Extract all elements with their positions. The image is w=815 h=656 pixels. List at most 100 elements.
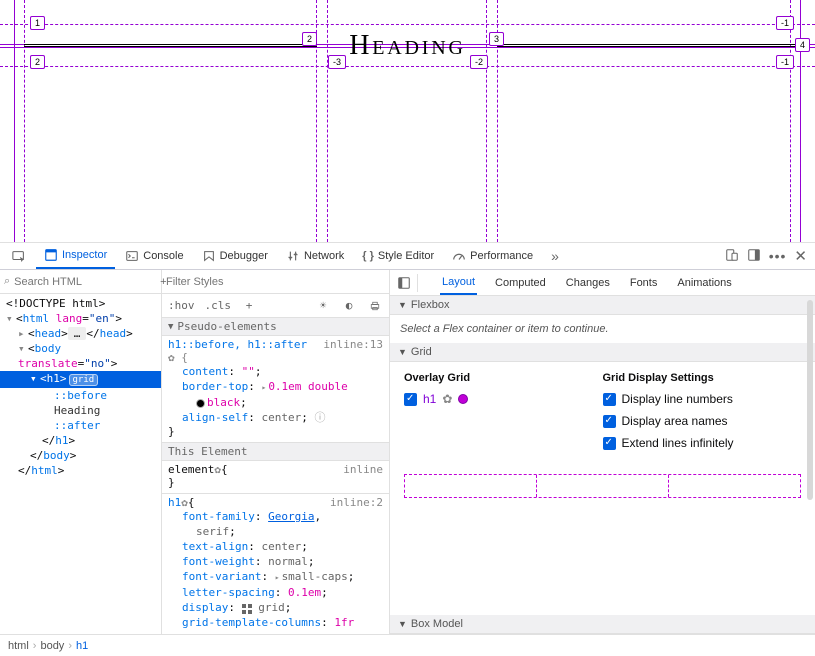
section-pseudo-elements[interactable]: ▼Pseudo-elements	[162, 318, 389, 336]
setting-area-names[interactable]: Display area names	[603, 414, 802, 428]
color-swatch[interactable]	[196, 399, 205, 408]
source-link[interactable]: inline:2	[330, 496, 383, 509]
heading-rule-left	[24, 44, 317, 47]
checkbox-checked[interactable]	[404, 393, 417, 406]
crumb-body[interactable]: body	[40, 640, 64, 652]
print-media-button[interactable]	[367, 298, 383, 314]
tab-overflow[interactable]: »	[543, 243, 567, 269]
checkbox-checked[interactable]	[603, 415, 616, 428]
sidebar-toggle-button[interactable]	[396, 274, 418, 292]
crumb-html[interactable]: html	[8, 640, 29, 652]
more-button[interactable]: •••	[769, 248, 787, 264]
selector[interactable]: h1::before, h1::after	[168, 338, 307, 351]
css-property[interactable]: content: "";	[168, 364, 383, 379]
dom-tree[interactable]: <!DOCTYPE html> ▾<html lang="en"> ▸<head…	[0, 294, 161, 634]
grid-line-number: 1	[30, 16, 45, 30]
responsive-mode-button[interactable]	[725, 248, 739, 265]
dom-node[interactable]: </h1>	[6, 433, 161, 448]
tab-style-editor[interactable]: { }Style Editor	[354, 243, 442, 269]
css-property[interactable]: font-family: Georgia,	[168, 509, 383, 524]
tab-label: Network	[304, 250, 344, 262]
css-rule[interactable]: h1::before, h1::afterinline:13 ✿ { conte…	[162, 336, 389, 443]
grid-line	[800, 0, 801, 242]
light-scheme-button[interactable]: ☀	[315, 298, 331, 314]
setting-extend-lines[interactable]: Extend lines infinitely	[603, 436, 802, 450]
grid-settings-icon[interactable]: ✿	[442, 392, 452, 406]
dom-node[interactable]: ▾<html lang="en">	[6, 311, 161, 326]
search-html-input[interactable]	[14, 276, 156, 288]
add-rule-button[interactable]: +	[241, 298, 257, 314]
grid-badge[interactable]: grid	[69, 374, 99, 386]
css-property[interactable]: border-top: ▸0.1em double	[168, 379, 383, 395]
pseudo-cls-button[interactable]: .cls	[205, 299, 232, 312]
devtools-toolbar: Inspector Console Debugger Network { }St…	[0, 242, 815, 270]
dark-scheme-button[interactable]: ◐	[341, 298, 357, 314]
dom-node[interactable]: <!DOCTYPE html>	[6, 296, 161, 311]
css-rule[interactable]: h1 ✿ {inline:2 font-family: Georgia, ser…	[162, 494, 389, 634]
crumb-h1[interactable]: h1	[76, 640, 88, 652]
grid-color-swatch[interactable]	[458, 394, 468, 404]
grid-line	[790, 0, 791, 242]
tab-inspector[interactable]: Inspector	[36, 243, 115, 269]
dom-node[interactable]: ▸<head>…</head>	[6, 326, 161, 341]
checkbox-checked[interactable]	[603, 437, 616, 450]
tab-network[interactable]: Network	[278, 243, 352, 269]
css-rule[interactable]: element ✿ {inline }	[162, 461, 389, 494]
pseudo-hov-button[interactable]: :hov	[168, 299, 195, 312]
dom-node[interactable]: ::after	[6, 418, 161, 433]
tab-changes[interactable]: Changes	[564, 270, 612, 295]
tab-console[interactable]: Console	[117, 243, 191, 269]
setting-line-numbers[interactable]: Display line numbers	[603, 392, 802, 406]
dom-node[interactable]: </html>	[6, 463, 161, 478]
grid-line	[327, 0, 328, 242]
filter-styles-input[interactable]	[166, 276, 385, 288]
dom-text-node[interactable]: Heading	[6, 403, 161, 418]
dock-button[interactable]	[747, 248, 761, 265]
grid-icon[interactable]	[242, 603, 252, 613]
grid-line-number: 4	[795, 38, 810, 52]
grid-line-number: -1	[776, 16, 794, 30]
tab-computed[interactable]: Computed	[493, 270, 548, 295]
css-property[interactable]: serif;	[168, 524, 383, 539]
source-link[interactable]: inline:13	[323, 338, 383, 351]
close-button[interactable]: ✕	[794, 247, 807, 265]
source-link[interactable]: inline	[343, 463, 383, 476]
accordion-flexbox[interactable]: ▼Flexbox	[390, 296, 815, 315]
css-property[interactable]: letter-spacing: 0.1em;	[168, 585, 383, 600]
selector[interactable]: h1	[168, 496, 181, 509]
grid-line	[0, 24, 815, 25]
css-property[interactable]: display: grid;	[168, 600, 383, 615]
dom-node[interactable]: ▾<body	[6, 341, 161, 356]
tab-label: Performance	[470, 250, 533, 262]
section-this-element: This Element	[162, 443, 389, 461]
tab-layout[interactable]: Layout	[440, 270, 477, 295]
grid-overlay-h1[interactable]: h1 ✿	[404, 392, 603, 406]
dom-node[interactable]: translate="no">	[6, 356, 161, 371]
grid-line-number: 2	[30, 55, 45, 69]
selector[interactable]: element	[168, 463, 214, 476]
grid-line-number: -3	[328, 55, 346, 69]
tab-fonts[interactable]: Fonts	[628, 270, 660, 295]
scrollbar[interactable]	[807, 300, 813, 500]
dom-node-selected[interactable]: ▾<h1>grid	[0, 371, 161, 388]
element-picker-button[interactable]	[4, 243, 34, 269]
css-property[interactable]: grid-template-columns: 1fr	[168, 615, 383, 630]
grid-outline-preview[interactable]	[404, 474, 801, 498]
info-icon[interactable]: ⓘ	[314, 411, 325, 424]
css-property[interactable]: font-variant: ▸small-caps;	[168, 569, 383, 585]
checkbox-checked[interactable]	[603, 393, 616, 406]
tab-label: Console	[143, 250, 183, 262]
css-property[interactable]: black;	[168, 395, 383, 410]
grid-element-label[interactable]: h1	[423, 392, 436, 406]
tab-animations[interactable]: Animations	[675, 270, 733, 295]
css-property[interactable]: font-weight: normal;	[168, 554, 383, 569]
accordion-grid[interactable]: ▼Grid	[390, 343, 815, 362]
dom-node[interactable]: ::before	[6, 388, 161, 403]
tab-performance[interactable]: Performance	[444, 243, 541, 269]
tab-debugger[interactable]: Debugger	[194, 243, 276, 269]
css-property[interactable]: align-self: center; ⓘ	[168, 410, 383, 425]
rules-panel: :hov .cls + ☀ ◐ ▼Pseudo-elements h1::bef…	[162, 270, 390, 634]
css-property[interactable]: text-align: center;	[168, 539, 383, 554]
accordion-box-model[interactable]: ▼Box Model	[390, 615, 815, 634]
dom-node[interactable]: </body>	[6, 448, 161, 463]
